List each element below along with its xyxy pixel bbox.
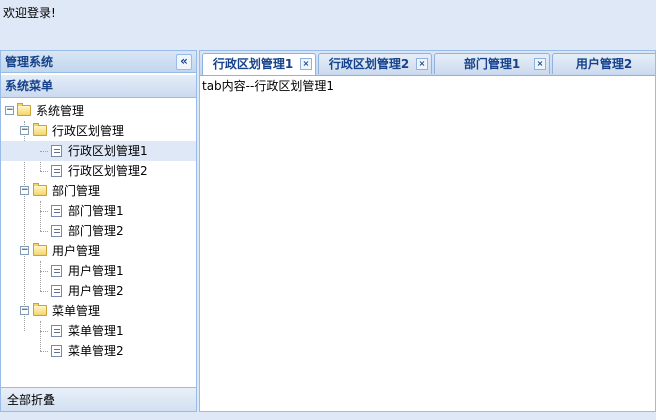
tree-leaf[interactable]: 部门管理2 <box>1 221 196 241</box>
tree-leaf[interactable]: 菜单管理1 <box>1 321 196 341</box>
tree-leaf-selected[interactable]: 行政区划管理1 <box>1 141 196 161</box>
document-icon <box>51 285 62 297</box>
document-icon <box>51 225 62 237</box>
tree-connector <box>40 151 48 152</box>
document-icon <box>51 145 62 157</box>
tree-connector <box>40 331 48 332</box>
tree-connector <box>40 271 48 272</box>
collapse-panel-icon[interactable]: « <box>176 54 192 70</box>
west-panel-header: 管理系统 « <box>1 51 196 73</box>
collapse-node-icon[interactable]: − <box>5 106 14 115</box>
tree-node-root[interactable]: − 系统管理 <box>1 101 196 121</box>
tab-strip: 行政区划管理1 × 行政区划管理2 × 部门管理1 × 用户管理2 <box>200 51 655 76</box>
folder-open-icon <box>17 103 31 116</box>
tree-node-label: 系统管理 <box>36 104 85 118</box>
tree-leaf[interactable]: 用户管理2 <box>1 281 196 301</box>
document-icon <box>51 165 62 177</box>
tree-leaf[interactable]: 行政区划管理2 <box>1 161 196 181</box>
tab-content: tab内容--行政区划管理1 <box>202 79 334 93</box>
document-icon <box>51 325 62 337</box>
tree-node-group[interactable]: − 部门管理 <box>1 181 196 201</box>
tree-leaf-label: 用户管理2 <box>68 284 124 298</box>
folder-open-icon <box>33 243 47 256</box>
tree-leaf-label: 菜单管理2 <box>68 344 124 358</box>
tree-leaf[interactable]: 用户管理1 <box>1 261 196 281</box>
collapse-node-icon[interactable]: − <box>20 126 29 135</box>
folder-open-icon <box>33 123 47 136</box>
tab-dept-1[interactable]: 部门管理1 × <box>434 53 550 74</box>
tree-leaf-label: 部门管理2 <box>68 224 124 238</box>
tree-node-label: 用户管理 <box>52 244 101 258</box>
tree-connector <box>40 171 48 172</box>
tabs-panel: 行政区划管理1 × 行政区划管理2 × 部门管理1 × 用户管理2 tab内容-… <box>199 50 656 412</box>
close-icon[interactable]: × <box>416 58 428 70</box>
tree-node-group[interactable]: − 用户管理 <box>1 241 196 261</box>
folder-open-icon <box>33 303 47 316</box>
tree-leaf-label: 行政区划管理2 <box>68 164 148 178</box>
tree-node-label: 菜单管理 <box>52 304 101 318</box>
tab-user-2[interactable]: 用户管理2 <box>552 53 655 74</box>
tree-leaf[interactable]: 菜单管理2 <box>1 341 196 361</box>
tab-label: 用户管理2 <box>575 57 633 71</box>
west-panel: 管理系统 « 系统菜单 − 系统管理 − 行政区划管理 行政区划管理1 行政区划… <box>0 50 197 412</box>
tree-leaf-label: 行政区划管理1 <box>68 144 148 158</box>
close-icon[interactable]: × <box>300 58 312 70</box>
tree-connector <box>40 291 48 292</box>
tab-xzqh-2[interactable]: 行政区划管理2 × <box>318 53 432 74</box>
tree-connector <box>40 231 48 232</box>
document-icon <box>51 265 62 277</box>
accordion-title: 系统菜单 <box>5 79 54 93</box>
tab-label: 行政区划管理1 <box>212 57 294 71</box>
collapse-node-icon[interactable]: − <box>20 246 29 255</box>
document-icon <box>51 205 62 217</box>
collapse-node-icon[interactable]: − <box>20 186 29 195</box>
tab-label: 行政区划管理2 <box>328 57 410 71</box>
tree-leaf[interactable]: 部门管理1 <box>1 201 196 221</box>
tree-leaf-label: 用户管理1 <box>68 264 124 278</box>
tree-leaf-label: 菜单管理1 <box>68 324 124 338</box>
west-panel-title: 管理系统 <box>5 55 54 69</box>
document-icon <box>51 345 62 357</box>
collapse-node-icon[interactable]: − <box>20 306 29 315</box>
accordion-header[interactable]: 系统菜单 <box>1 75 196 98</box>
folder-open-icon <box>33 183 47 196</box>
tree-leaf-label: 部门管理1 <box>68 204 124 218</box>
collapse-all-button[interactable]: 全部折叠 <box>1 387 196 411</box>
tab-xzqh-1[interactable]: 行政区划管理1 × <box>202 53 316 75</box>
tree-connector <box>40 351 48 352</box>
tab-label: 部门管理1 <box>463 57 521 71</box>
tree-node-label: 部门管理 <box>52 184 101 198</box>
tree-node-group[interactable]: − 行政区划管理 <box>1 121 196 141</box>
welcome-text: 欢迎登录! <box>3 6 56 20</box>
tree-connector <box>40 211 48 212</box>
collapse-all-label: 全部折叠 <box>7 393 56 407</box>
tree-node-group[interactable]: − 菜单管理 <box>1 301 196 321</box>
tree-node-label: 行政区划管理 <box>52 124 125 138</box>
close-icon[interactable]: × <box>534 58 546 70</box>
top-banner: 欢迎登录! <box>0 0 656 48</box>
